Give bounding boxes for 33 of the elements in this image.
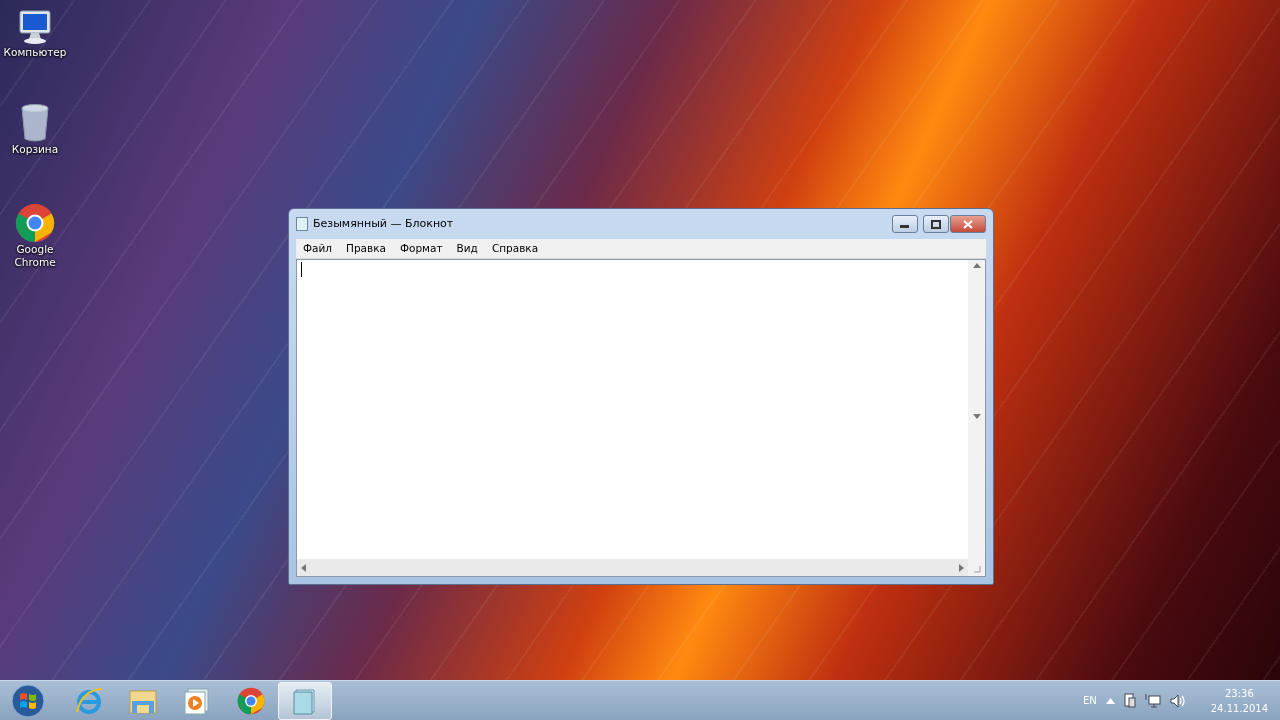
desktop-icon-label[interactable]: Google Chrome — [2, 243, 68, 270]
taskbar-button[interactable] — [278, 681, 332, 720]
tray-arrow-icon[interactable] — [1105, 697, 1115, 704]
text-cursor — [301, 262, 302, 277]
menu-item[interactable]: Формат — [393, 240, 450, 257]
network-icon[interactable] — [1144, 693, 1161, 708]
notepad-icon — [296, 217, 308, 231]
computer-icon[interactable] — [17, 8, 53, 46]
window-title: Безымянный — Блокнот — [313, 215, 455, 232]
maximize-button[interactable] — [923, 215, 949, 233]
device-icon[interactable] — [1123, 693, 1136, 708]
scroll-left-icon[interactable] — [301, 563, 306, 572]
vertical-scrollbar[interactable] — [968, 260, 985, 576]
trash-bin-icon[interactable] — [20, 103, 50, 143]
minimize-button[interactable] — [892, 215, 918, 233]
resize-grip-icon[interactable] — [972, 565, 981, 573]
menu-item[interactable]: Правка — [339, 240, 393, 257]
horizontal-scrollbar[interactable] — [297, 559, 968, 576]
chrome-icon[interactable] — [15, 203, 55, 243]
desktop-icon-label[interactable]: Корзина — [11, 143, 59, 157]
scroll-right-icon[interactable] — [959, 563, 964, 572]
menu-item[interactable]: Справка — [484, 240, 546, 257]
close-button[interactable] — [950, 215, 986, 233]
maximize-icon — [931, 219, 941, 229]
media-player-icon[interactable] — [183, 686, 211, 715]
scroll-down-icon[interactable] — [972, 414, 981, 419]
close-icon — [963, 219, 973, 229]
menu-item[interactable]: Файл — [296, 240, 339, 257]
menu-item[interactable]: Вид — [449, 240, 485, 257]
scroll-up-icon[interactable] — [972, 263, 981, 268]
flag-logo-icon — [11, 683, 45, 718]
desktop-icon-label[interactable]: Компьютер — [3, 46, 67, 60]
volume-icon[interactable] — [1169, 693, 1186, 708]
